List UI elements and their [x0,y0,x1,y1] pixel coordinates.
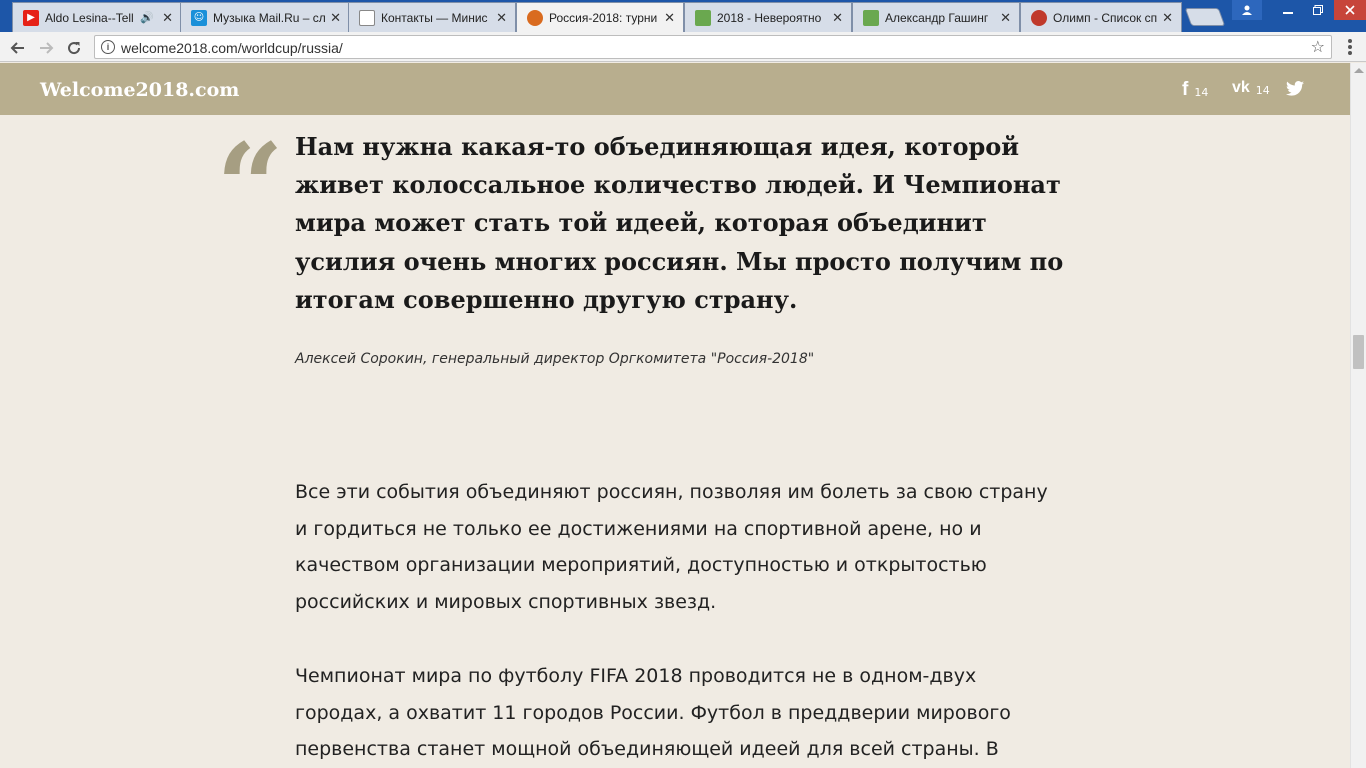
facebook-icon: f [1182,79,1189,100]
tab-title: Олимп - Список сп [1053,10,1158,25]
new-tab-button[interactable] [1184,8,1226,26]
tab-title: Музыка Mail.Ru – сл [213,10,326,25]
world-cup-icon [527,9,543,26]
browser-tab-5[interactable]: 2018 - Невероятно ✕ [684,2,852,32]
tab-title: 2018 - Невероятно [717,10,822,25]
twitter-share[interactable] [1286,81,1304,96]
tab-close-icon[interactable]: ✕ [496,10,507,26]
share-count: 14 [1194,85,1209,99]
tab-close-icon[interactable]: ✕ [1162,10,1173,26]
page-scrollbar[interactable] [1350,63,1366,768]
site-header: Welcome2018.com f 14 vk 14 [0,63,1350,115]
browser-tab-1[interactable]: ▶ Aldo Lesina--Tell 🔊 ✕ [12,2,182,32]
quote-author: Алексей Сорокин, генеральный директор Ор… [295,351,815,367]
twitter-icon [1286,81,1304,96]
tab-close-icon[interactable]: ✕ [162,10,173,26]
tab-title: Aldo Lesina--Tell [45,10,134,25]
pull-quote: Нам нужна какая-то объединяющая идея, ко… [295,132,1064,314]
browser-tab-7[interactable]: Олимп - Список сп ✕ [1020,2,1182,32]
browser-tab-4[interactable]: Россия-2018: турни ✕ [516,2,684,32]
site-logo[interactable]: Welcome2018.com [40,79,239,101]
sheet-icon [695,9,711,26]
vk-icon: vk [1232,79,1250,96]
tab-title: Россия-2018: турни [549,10,658,25]
sheet-icon [863,9,879,26]
browser-tab-strip: ▶ Aldo Lesina--Tell 🔊 ✕ ☺ Музыка Mail.Ru… [0,0,1366,32]
address-bar[interactable]: i welcome2018.com/worldcup/russia/ ☆ [94,35,1332,59]
back-arrow-icon[interactable] [8,38,28,58]
info-icon[interactable]: i [101,40,115,54]
bookmark-star-icon[interactable]: ☆ [1311,37,1325,56]
browser-tab-3[interactable]: Контакты — Минис ✕ [348,2,516,32]
browser-menu-icon[interactable] [1342,38,1358,56]
page-icon [359,9,375,26]
minimize-icon[interactable] [1272,0,1304,20]
mail-ru-icon: ☺ [191,9,207,26]
tab-close-icon[interactable]: ✕ [664,10,675,26]
user-profile-icon[interactable] [1232,0,1262,20]
article-paragraph: Все эти события объединяют россиян, позв… [295,481,1048,613]
browser-tab-6[interactable]: Александр Гашинг ✕ [852,2,1020,32]
tab-title: Контакты — Минис [381,10,488,25]
restore-icon[interactable] [1302,0,1334,20]
tab-close-icon[interactable]: ✕ [330,10,341,26]
window-close-icon[interactable] [1334,0,1366,20]
quote-mark-icon: “ [216,117,284,256]
article-paragraph: Чемпионат мира по футболу FIFA 2018 пров… [295,665,1011,760]
forward-arrow-icon[interactable] [36,38,56,58]
browser-toolbar: i welcome2018.com/worldcup/russia/ ☆ [0,32,1366,62]
scroll-up-arrow-icon[interactable] [1354,68,1364,73]
reload-icon[interactable] [64,38,84,58]
address-url[interactable]: welcome2018.com/worldcup/russia/ [121,40,343,56]
scrollbar-thumb[interactable] [1353,335,1364,369]
tab-title: Александр Гашинг [885,10,989,25]
vk-share[interactable]: vk 14 [1232,79,1270,97]
youtube-icon: ▶ [23,9,39,26]
tab-close-icon[interactable]: ✕ [832,10,843,26]
share-count: 14 [1255,83,1270,97]
browser-tab-2[interactable]: ☺ Музыка Mail.Ru – сл ✕ [180,2,350,32]
olymp-icon [1031,9,1047,26]
audio-icon[interactable]: 🔊 [140,11,154,24]
facebook-share[interactable]: f 14 [1182,79,1208,101]
tab-close-icon[interactable]: ✕ [1000,10,1011,26]
